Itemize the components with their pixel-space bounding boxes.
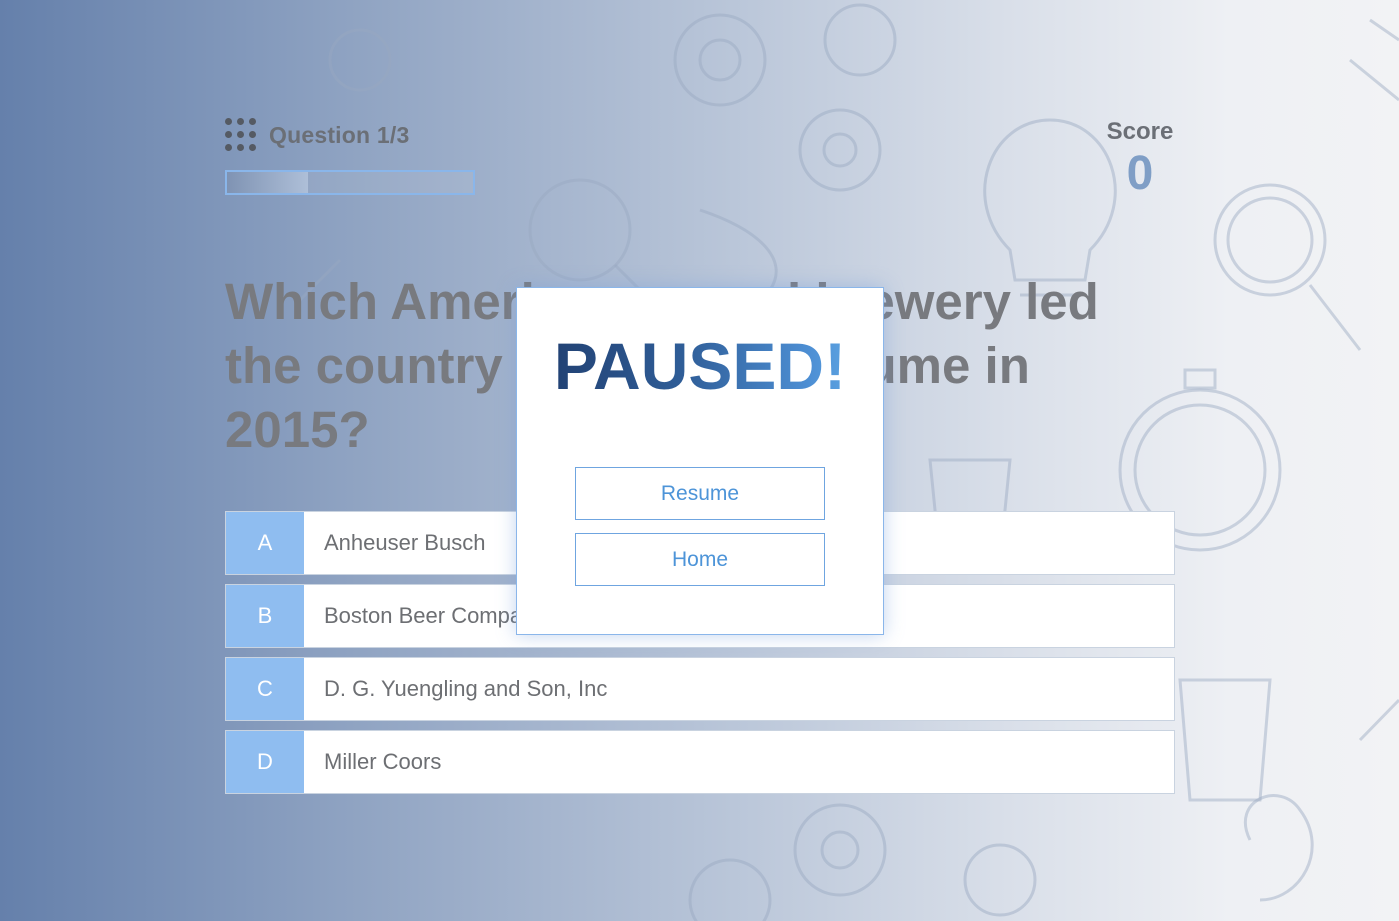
answer-text: D. G. Yuengling and Son, Inc: [324, 676, 608, 701]
answer-letter: B: [226, 585, 304, 647]
question-counter: Question 1/3: [225, 118, 409, 152]
answer-text: Anheuser Busch: [324, 530, 486, 555]
pause-dialog: PAUSED! Resume Home: [516, 287, 884, 635]
progress-fill: [227, 172, 309, 193]
progress-bar: [225, 170, 475, 195]
answer-letter: C: [226, 658, 304, 720]
answer-option-d[interactable]: D Miller Coors: [225, 730, 1175, 794]
answer-option-c[interactable]: C D. G. Yuengling and Son, Inc: [225, 657, 1175, 721]
resume-button[interactable]: Resume: [575, 467, 825, 520]
answer-text: Miller Coors: [324, 749, 442, 774]
home-button[interactable]: Home: [575, 533, 825, 586]
pause-title: PAUSED!: [517, 328, 883, 404]
score-value: 0: [1126, 147, 1154, 200]
score-panel: Score 0: [1100, 118, 1180, 200]
answer-letter: D: [226, 731, 304, 793]
menu-dots-icon[interactable]: [225, 118, 257, 152]
answer-text: Boston Beer Company: [324, 603, 546, 628]
question-label: Question 1/3: [269, 121, 410, 148]
answer-letter: A: [226, 512, 304, 574]
score-label: Score: [1106, 118, 1174, 145]
